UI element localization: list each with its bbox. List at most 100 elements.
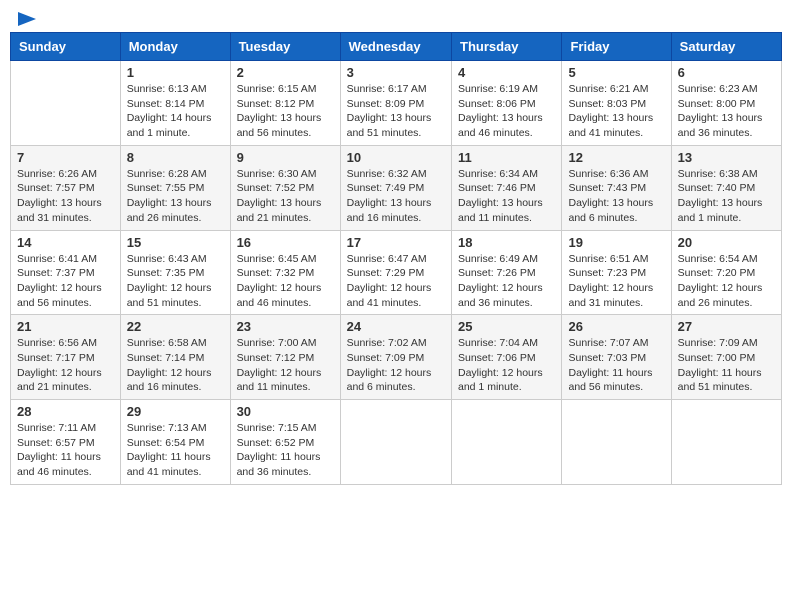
calendar-cell: 25Sunrise: 7:04 AM Sunset: 7:06 PM Dayli… bbox=[452, 315, 562, 400]
day-number: 10 bbox=[347, 150, 445, 165]
week-row-5: 28 Sunrise: 7:11 AM Sunset: 6:57 PM Dayli… bbox=[11, 400, 782, 485]
calendar-cell bbox=[562, 400, 671, 485]
day-info: Sunrise: 6:58 AM Sunset: 7:14 PM Dayligh… bbox=[127, 336, 224, 395]
day-number: 13 bbox=[678, 150, 775, 165]
day-info: Sunrise: 6:34 AM Sunset: 7:46 PM Dayligh… bbox=[458, 167, 555, 226]
day-number: 3 bbox=[347, 65, 445, 80]
day-number: 16 bbox=[237, 235, 334, 250]
day-info: Sunrise: 7:09 AM Sunset: 7:00 PM Dayligh… bbox=[678, 336, 775, 395]
weekday-header-sunday: Sunday bbox=[11, 33, 121, 61]
day-number: 2 bbox=[237, 65, 334, 80]
page-header bbox=[10, 10, 782, 24]
day-number: 7 bbox=[17, 150, 114, 165]
calendar-cell: 13 Sunrise: 6:38 AM Sunset: 7:40 PM Dayli… bbox=[671, 145, 781, 230]
day-info: Sunrise: 7:07 AM Sunset: 7:03 PM Dayligh… bbox=[568, 336, 664, 395]
calendar-cell: 29 Sunrise: 7:13 AM Sunset: 6:54 PM Dayli… bbox=[120, 400, 230, 485]
day-number: 25 bbox=[458, 319, 555, 334]
day-number: 27 bbox=[678, 319, 775, 334]
calendar-cell: 26 Sunrise: 7:07 AM Sunset: 7:03 PM Dayli… bbox=[562, 315, 671, 400]
day-number: 21 bbox=[17, 319, 114, 334]
calendar-cell: 14 Sunrise: 6:41 AM Sunset: 7:37 PM Dayli… bbox=[11, 230, 121, 315]
calendar-cell: 24Sunrise: 7:02 AM Sunset: 7:09 PM Dayli… bbox=[340, 315, 451, 400]
day-info: Sunrise: 6:21 AM Sunset: 8:03 PM Dayligh… bbox=[568, 82, 664, 141]
day-info: Sunrise: 7:00 AM Sunset: 7:12 PM Dayligh… bbox=[237, 336, 334, 395]
calendar-cell: 15 Sunrise: 6:43 AM Sunset: 7:35 PM Dayli… bbox=[120, 230, 230, 315]
day-number: 26 bbox=[568, 319, 664, 334]
calendar-cell: 22 Sunrise: 6:58 AM Sunset: 7:14 PM Dayli… bbox=[120, 315, 230, 400]
day-number: 9 bbox=[237, 150, 334, 165]
day-number: 11 bbox=[458, 150, 555, 165]
day-info: Sunrise: 6:47 AM Sunset: 7:29 PM Dayligh… bbox=[347, 252, 445, 311]
week-row-1: 1Sunrise: 6:13 AM Sunset: 8:14 PM Daylig… bbox=[11, 61, 782, 146]
calendar-cell: 21Sunrise: 6:56 AM Sunset: 7:17 PM Dayli… bbox=[11, 315, 121, 400]
day-info: Sunrise: 6:23 AM Sunset: 8:00 PM Dayligh… bbox=[678, 82, 775, 141]
day-info: Sunrise: 6:38 AM Sunset: 7:40 PM Dayligh… bbox=[678, 167, 775, 226]
calendar-cell: 17 Sunrise: 6:47 AM Sunset: 7:29 PM Dayli… bbox=[340, 230, 451, 315]
calendar-table: SundayMondayTuesdayWednesdayThursdayFrid… bbox=[10, 32, 782, 485]
day-info: Sunrise: 6:15 AM Sunset: 8:12 PM Dayligh… bbox=[237, 82, 334, 141]
day-number: 29 bbox=[127, 404, 224, 419]
day-info: Sunrise: 7:13 AM Sunset: 6:54 PM Dayligh… bbox=[127, 421, 224, 480]
calendar-cell: 12Sunrise: 6:36 AM Sunset: 7:43 PM Dayli… bbox=[562, 145, 671, 230]
day-number: 14 bbox=[17, 235, 114, 250]
calendar-cell: 27 Sunrise: 7:09 AM Sunset: 7:00 PM Dayli… bbox=[671, 315, 781, 400]
day-number: 5 bbox=[568, 65, 664, 80]
calendar-cell: 16 Sunrise: 6:45 AM Sunset: 7:32 PM Dayli… bbox=[230, 230, 340, 315]
calendar-cell: 28 Sunrise: 7:11 AM Sunset: 6:57 PM Dayli… bbox=[11, 400, 121, 485]
day-number: 4 bbox=[458, 65, 555, 80]
day-number: 23 bbox=[237, 319, 334, 334]
day-number: 6 bbox=[678, 65, 775, 80]
weekday-header-monday: Monday bbox=[120, 33, 230, 61]
calendar-cell: 7 Sunrise: 6:26 AM Sunset: 7:57 PM Daylig… bbox=[11, 145, 121, 230]
day-info: Sunrise: 6:30 AM Sunset: 7:52 PM Dayligh… bbox=[237, 167, 334, 226]
calendar-cell: 30 Sunrise: 7:15 AM Sunset: 6:52 PM Dayli… bbox=[230, 400, 340, 485]
day-info: Sunrise: 6:43 AM Sunset: 7:35 PM Dayligh… bbox=[127, 252, 224, 311]
logo bbox=[14, 10, 38, 24]
day-info: Sunrise: 6:19 AM Sunset: 8:06 PM Dayligh… bbox=[458, 82, 555, 141]
day-info: Sunrise: 6:32 AM Sunset: 7:49 PM Dayligh… bbox=[347, 167, 445, 226]
calendar-cell: 8Sunrise: 6:28 AM Sunset: 7:55 PM Daylig… bbox=[120, 145, 230, 230]
calendar-cell: 19Sunrise: 6:51 AM Sunset: 7:23 PM Dayli… bbox=[562, 230, 671, 315]
calendar-cell bbox=[340, 400, 451, 485]
day-info: Sunrise: 6:26 AM Sunset: 7:57 PM Dayligh… bbox=[17, 167, 114, 226]
calendar-cell: 3 Sunrise: 6:17 AM Sunset: 8:09 PM Daylig… bbox=[340, 61, 451, 146]
weekday-header-row: SundayMondayTuesdayWednesdayThursdayFrid… bbox=[11, 33, 782, 61]
day-number: 28 bbox=[17, 404, 114, 419]
weekday-header-thursday: Thursday bbox=[452, 33, 562, 61]
calendar-cell: 10 Sunrise: 6:32 AM Sunset: 7:49 PM Dayli… bbox=[340, 145, 451, 230]
calendar-cell bbox=[11, 61, 121, 146]
day-info: Sunrise: 6:51 AM Sunset: 7:23 PM Dayligh… bbox=[568, 252, 664, 311]
day-number: 22 bbox=[127, 319, 224, 334]
week-row-3: 14 Sunrise: 6:41 AM Sunset: 7:37 PM Dayli… bbox=[11, 230, 782, 315]
logo-flag-icon bbox=[16, 10, 38, 28]
day-number: 17 bbox=[347, 235, 445, 250]
calendar-cell bbox=[452, 400, 562, 485]
day-number: 30 bbox=[237, 404, 334, 419]
calendar-cell: 4 Sunrise: 6:19 AM Sunset: 8:06 PM Daylig… bbox=[452, 61, 562, 146]
weekday-header-wednesday: Wednesday bbox=[340, 33, 451, 61]
day-info: Sunrise: 6:45 AM Sunset: 7:32 PM Dayligh… bbox=[237, 252, 334, 311]
day-number: 20 bbox=[678, 235, 775, 250]
calendar-cell: 1Sunrise: 6:13 AM Sunset: 8:14 PM Daylig… bbox=[120, 61, 230, 146]
day-info: Sunrise: 6:13 AM Sunset: 8:14 PM Dayligh… bbox=[127, 82, 224, 141]
day-number: 15 bbox=[127, 235, 224, 250]
calendar-cell: 18Sunrise: 6:49 AM Sunset: 7:26 PM Dayli… bbox=[452, 230, 562, 315]
day-number: 24 bbox=[347, 319, 445, 334]
calendar-cell: 20 Sunrise: 6:54 AM Sunset: 7:20 PM Dayli… bbox=[671, 230, 781, 315]
day-info: Sunrise: 6:41 AM Sunset: 7:37 PM Dayligh… bbox=[17, 252, 114, 311]
calendar-cell: 2 Sunrise: 6:15 AM Sunset: 8:12 PM Daylig… bbox=[230, 61, 340, 146]
weekday-header-friday: Friday bbox=[562, 33, 671, 61]
calendar-cell: 5 Sunrise: 6:21 AM Sunset: 8:03 PM Daylig… bbox=[562, 61, 671, 146]
day-info: Sunrise: 6:28 AM Sunset: 7:55 PM Dayligh… bbox=[127, 167, 224, 226]
day-info: Sunrise: 7:11 AM Sunset: 6:57 PM Dayligh… bbox=[17, 421, 114, 480]
calendar-cell: 9 Sunrise: 6:30 AM Sunset: 7:52 PM Daylig… bbox=[230, 145, 340, 230]
day-info: Sunrise: 6:49 AM Sunset: 7:26 PM Dayligh… bbox=[458, 252, 555, 311]
calendar-cell bbox=[671, 400, 781, 485]
weekday-header-saturday: Saturday bbox=[671, 33, 781, 61]
day-info: Sunrise: 7:15 AM Sunset: 6:52 PM Dayligh… bbox=[237, 421, 334, 480]
day-info: Sunrise: 6:17 AM Sunset: 8:09 PM Dayligh… bbox=[347, 82, 445, 141]
day-info: Sunrise: 6:36 AM Sunset: 7:43 PM Dayligh… bbox=[568, 167, 664, 226]
calendar-cell: 23 Sunrise: 7:00 AM Sunset: 7:12 PM Dayli… bbox=[230, 315, 340, 400]
week-row-4: 21Sunrise: 6:56 AM Sunset: 7:17 PM Dayli… bbox=[11, 315, 782, 400]
day-info: Sunrise: 6:54 AM Sunset: 7:20 PM Dayligh… bbox=[678, 252, 775, 311]
